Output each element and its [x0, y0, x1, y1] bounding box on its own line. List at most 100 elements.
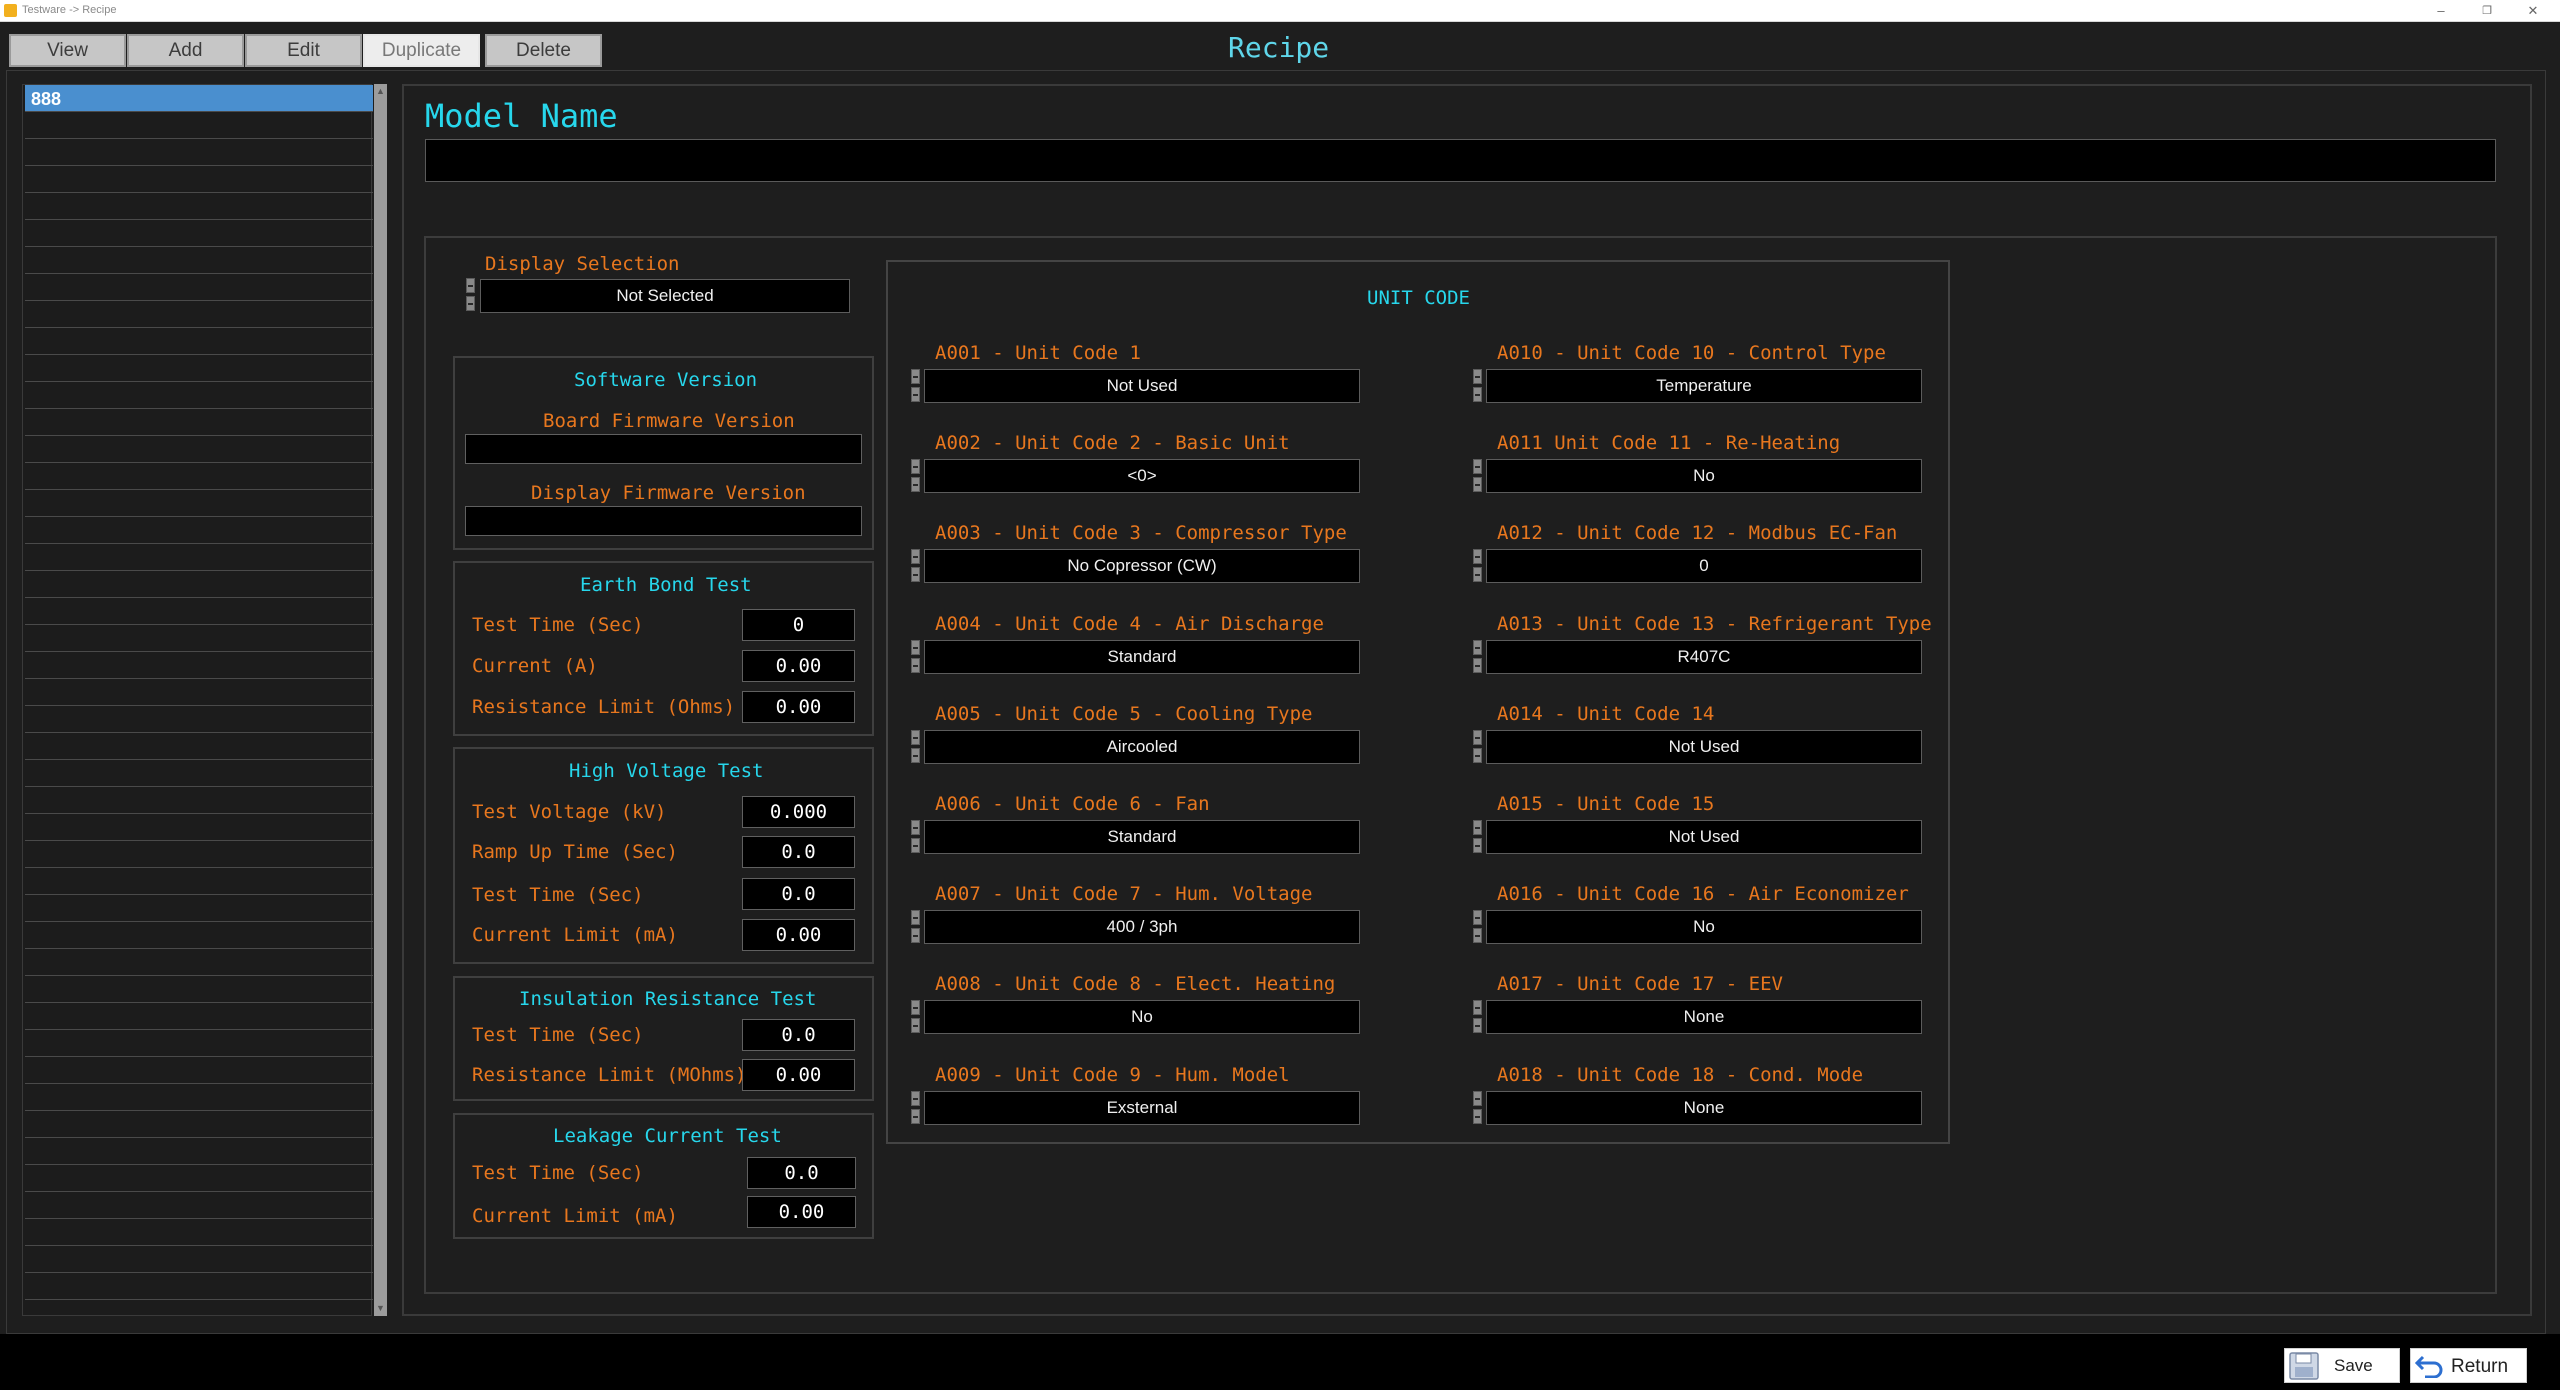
- spin-down-icon[interactable]: [911, 1018, 920, 1034]
- list-item-empty[interactable]: [25, 1138, 373, 1165]
- spin-down-icon[interactable]: [1473, 1108, 1482, 1124]
- hv-current-input[interactable]: 0.00: [742, 919, 855, 951]
- list-item-empty[interactable]: [25, 625, 373, 652]
- unit-code-spinner[interactable]: [911, 818, 921, 856]
- unit-code-dropdown[interactable]: Not Used: [924, 369, 1360, 403]
- unit-code-dropdown[interactable]: Aircooled: [924, 729, 1360, 764]
- unit-code-spinner[interactable]: [911, 1089, 921, 1127]
- unit-code-spinner[interactable]: [1473, 638, 1483, 676]
- unit-code-dropdown[interactable]: <0>: [924, 459, 1360, 494]
- list-item-empty[interactable]: [25, 1219, 373, 1246]
- scroll-up-icon[interactable]: ▲: [376, 87, 385, 96]
- ir-resistance-input[interactable]: 0.00: [742, 1059, 855, 1091]
- list-item-empty[interactable]: [25, 382, 373, 409]
- list-item-empty[interactable]: [25, 1003, 373, 1030]
- ir-test-time-input[interactable]: 0.0: [742, 1019, 855, 1051]
- unit-code-dropdown[interactable]: Temperature: [1486, 369, 1922, 403]
- view-button[interactable]: View: [9, 34, 126, 67]
- spin-up-icon[interactable]: [1473, 729, 1482, 745]
- spin-down-icon[interactable]: [1473, 838, 1482, 853]
- unit-code-dropdown[interactable]: Standard: [924, 820, 1360, 854]
- spin-up-icon[interactable]: [1473, 910, 1482, 926]
- return-button[interactable]: Return: [2410, 1348, 2527, 1383]
- spin-up-icon[interactable]: [911, 729, 920, 745]
- spin-down-icon[interactable]: [1473, 1018, 1482, 1034]
- list-item-empty[interactable]: [25, 139, 373, 166]
- spin-up-icon[interactable]: [1473, 459, 1482, 475]
- list-item-empty[interactable]: [25, 1246, 373, 1273]
- board-firmware-input[interactable]: [465, 434, 862, 464]
- unit-code-spinner[interactable]: [911, 547, 921, 585]
- spin-down-icon[interactable]: [1473, 477, 1482, 493]
- spin-down-icon[interactable]: [1473, 567, 1482, 583]
- spin-up-icon[interactable]: [911, 459, 920, 475]
- list-item-empty[interactable]: [25, 841, 373, 868]
- spin-up-icon[interactable]: [1473, 639, 1482, 655]
- list-item-empty[interactable]: [25, 787, 373, 814]
- unit-code-spinner[interactable]: [1473, 457, 1483, 495]
- scroll-down-icon[interactable]: ▼: [376, 1304, 385, 1313]
- unit-code-spinner[interactable]: [1473, 908, 1483, 946]
- list-item-empty[interactable]: [25, 409, 373, 436]
- minimize-icon[interactable]: –: [2418, 0, 2464, 22]
- list-scrollbar[interactable]: ▲ ▼: [374, 84, 387, 1316]
- lc-current-input[interactable]: 0.00: [747, 1196, 856, 1228]
- spin-down-icon[interactable]: [911, 1108, 920, 1124]
- list-item-empty[interactable]: [25, 922, 373, 949]
- list-item-empty[interactable]: [25, 247, 373, 274]
- duplicate-button[interactable]: Duplicate: [363, 34, 480, 67]
- spin-down-icon[interactable]: [1473, 657, 1482, 673]
- list-item-empty[interactable]: [25, 1057, 373, 1084]
- spin-up-icon[interactable]: [1473, 549, 1482, 565]
- spin-down-icon[interactable]: [911, 567, 920, 583]
- spin-down-icon[interactable]: [911, 928, 920, 944]
- spin-up-icon[interactable]: [1473, 1000, 1482, 1016]
- spin-down-icon[interactable]: [1473, 387, 1482, 402]
- list-item-empty[interactable]: [25, 517, 373, 544]
- list-item-empty[interactable]: [25, 166, 373, 193]
- list-item-empty[interactable]: [25, 814, 373, 841]
- unit-code-spinner[interactable]: [911, 728, 921, 766]
- model-name-input[interactable]: [425, 139, 2496, 182]
- unit-code-dropdown[interactable]: 400 / 3ph: [924, 910, 1360, 945]
- hv-ramp-input[interactable]: 0.0: [742, 836, 855, 868]
- list-item-empty[interactable]: [25, 301, 373, 328]
- hv-voltage-input[interactable]: 0.000: [742, 796, 855, 828]
- unit-code-spinner[interactable]: [911, 638, 921, 676]
- add-button[interactable]: Add: [127, 34, 244, 67]
- list-item-empty[interactable]: [25, 1084, 373, 1111]
- spin-up-icon[interactable]: [911, 910, 920, 926]
- list-item-empty[interactable]: [25, 1192, 373, 1219]
- spin-up-icon[interactable]: [1473, 820, 1482, 835]
- spin-up-icon[interactable]: [1473, 369, 1482, 384]
- spin-up-icon[interactable]: [911, 1000, 920, 1016]
- list-item-empty[interactable]: [25, 571, 373, 598]
- earth-resistance-input[interactable]: 0.00: [742, 691, 855, 723]
- spin-up-icon[interactable]: [466, 278, 475, 293]
- spin-down-icon[interactable]: [466, 296, 475, 311]
- list-item-empty[interactable]: [25, 679, 373, 706]
- list-item-empty[interactable]: [25, 490, 373, 517]
- spin-up-icon[interactable]: [1473, 1090, 1482, 1106]
- lc-test-time-input[interactable]: 0.0: [747, 1157, 856, 1189]
- spin-up-icon[interactable]: [911, 369, 920, 384]
- recipe-list[interactable]: 888: [22, 84, 373, 1316]
- unit-code-spinner[interactable]: [911, 457, 921, 495]
- unit-code-dropdown[interactable]: Not Used: [1486, 820, 1922, 854]
- list-item-empty[interactable]: [25, 868, 373, 895]
- list-item-empty[interactable]: [25, 355, 373, 382]
- list-item-empty[interactable]: [25, 463, 373, 490]
- save-button[interactable]: Save: [2284, 1348, 2400, 1383]
- list-item-empty[interactable]: [25, 112, 373, 139]
- unit-code-spinner[interactable]: [1473, 547, 1483, 585]
- unit-code-spinner[interactable]: [911, 908, 921, 946]
- list-item-empty[interactable]: [25, 1111, 373, 1138]
- display-selection-spinner[interactable]: [466, 276, 476, 314]
- list-item-empty[interactable]: [25, 976, 373, 1003]
- spin-down-icon[interactable]: [911, 657, 920, 673]
- spin-up-icon[interactable]: [911, 549, 920, 565]
- hv-test-time-input[interactable]: 0.0: [742, 878, 855, 910]
- spin-down-icon[interactable]: [911, 838, 920, 853]
- unit-code-dropdown[interactable]: R407C: [1486, 639, 1922, 674]
- unit-code-dropdown[interactable]: No: [924, 1000, 1360, 1035]
